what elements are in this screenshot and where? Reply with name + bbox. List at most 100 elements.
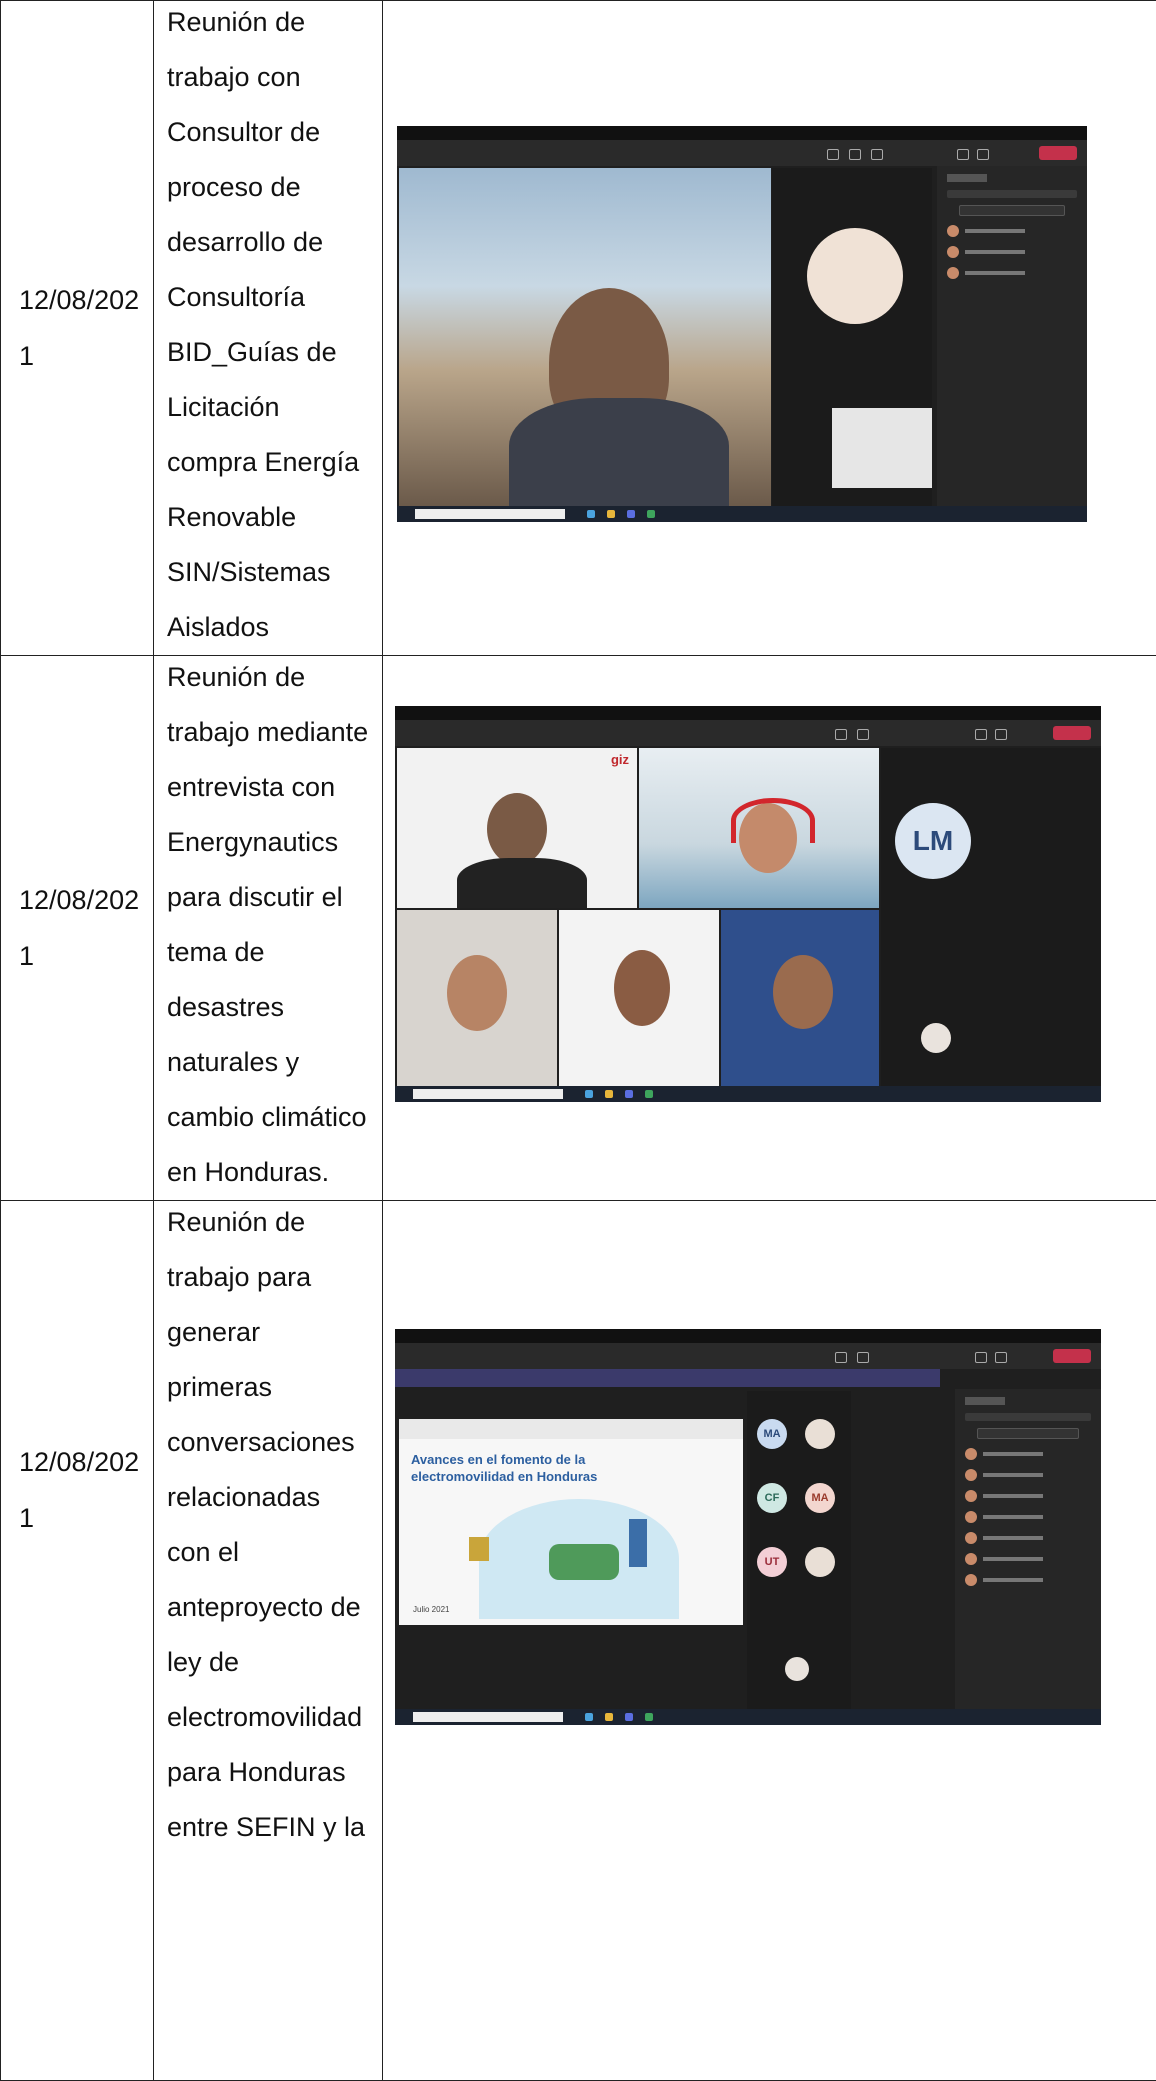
mic-icon	[995, 1352, 1007, 1363]
app-icon	[605, 1090, 613, 1098]
description-line: desastres	[154, 980, 382, 1035]
description-cell: Reunión de trabajo para generar primeras…	[154, 1201, 383, 2081]
avatar	[965, 1469, 977, 1481]
windows-taskbar	[395, 1086, 1101, 1102]
date-cell: 12/08/202 1	[1, 656, 154, 1201]
description-line: Consultor de	[154, 105, 382, 160]
slide-title: Avances en el fomento de la electromovil…	[411, 1451, 597, 1485]
participant-row	[965, 1532, 1091, 1544]
participants-panel	[937, 166, 1087, 506]
participant-silhouette	[773, 955, 833, 1029]
description-line: ley de	[154, 1635, 382, 1690]
share-invite-button	[977, 1428, 1079, 1439]
description-text: Reunión de trabajo mediante entrevista c…	[154, 650, 382, 1200]
avatar	[947, 246, 959, 258]
avatar-initials: UT	[757, 1547, 787, 1577]
name-placeholder	[983, 1515, 1043, 1519]
participant-row	[965, 1511, 1091, 1523]
self-view	[832, 408, 932, 488]
teams-meeting-screenshot	[397, 126, 1087, 522]
avatar-initials: MA	[757, 1419, 787, 1449]
app-icon	[647, 510, 655, 518]
video-tile	[721, 910, 879, 1086]
description-line: Reunión de	[154, 1195, 382, 1250]
app-icon	[605, 1713, 613, 1721]
date-text: 12/08/202 1	[1, 872, 153, 984]
taskbar-search	[415, 509, 565, 519]
avatar	[965, 1553, 977, 1565]
taskbar-search	[413, 1712, 563, 1722]
description-line: relacionadas	[154, 1470, 382, 1525]
avatar	[965, 1574, 977, 1586]
description-line: conversaciones	[154, 1415, 382, 1470]
app-icon	[585, 1713, 593, 1721]
slide-title-line: electromovilidad en Honduras	[411, 1468, 597, 1485]
participant-row	[965, 1448, 1091, 1460]
description-line: primeras	[154, 1360, 382, 1415]
teams-meeting-screenshot: giz LM	[395, 706, 1101, 1102]
self-view	[785, 1657, 809, 1681]
leave-button	[1039, 146, 1077, 160]
browser-toolbar	[399, 1419, 743, 1439]
screenshot-cell: giz LM	[383, 656, 1156, 1201]
video-tile	[397, 910, 557, 1086]
avatar-initials: CF	[757, 1483, 787, 1513]
avatar	[965, 1448, 977, 1460]
participant-row	[965, 1574, 1091, 1586]
avatar	[965, 1490, 977, 1502]
window-titlebar	[395, 1329, 1101, 1343]
windows-taskbar	[397, 506, 1087, 522]
window-titlebar	[397, 126, 1087, 140]
name-placeholder	[983, 1452, 1043, 1456]
participant-body	[509, 398, 729, 506]
participant-silhouette	[614, 950, 670, 1026]
description-line: naturales y	[154, 1035, 382, 1090]
description-line: Energynautics	[154, 815, 382, 870]
slide-date: Julio 2021	[413, 1605, 449, 1614]
participant-row	[965, 1553, 1091, 1565]
name-placeholder	[965, 229, 1025, 233]
app-icon	[587, 510, 595, 518]
participant-silhouette	[447, 955, 507, 1031]
meeting-toolbar	[395, 720, 1101, 746]
description-line: generar	[154, 1305, 382, 1360]
avatar	[965, 1511, 977, 1523]
participants-title	[965, 1397, 1005, 1405]
speaker-tile	[772, 168, 932, 506]
speaker-tile: LM	[881, 748, 1101, 1086]
leave-button	[1053, 726, 1091, 740]
video-tile	[639, 748, 879, 908]
description-cell: Reunión de trabajo mediante entrevista c…	[154, 656, 383, 1201]
chat-icon	[835, 729, 847, 740]
main-video-feed	[399, 168, 771, 506]
meeting-toolbar	[397, 140, 1087, 166]
participant-silhouette	[487, 793, 547, 865]
description-line: con el	[154, 1525, 382, 1580]
share-invite-button	[959, 205, 1065, 216]
description-line: desarrollo de	[154, 215, 382, 270]
description-line: Reunión de	[154, 0, 382, 50]
activity-table: 12/08/202 1 Reunión de trabajo con Consu…	[0, 0, 1156, 2081]
participant-row	[947, 225, 1077, 237]
people-icon	[849, 149, 861, 160]
name-placeholder	[965, 250, 1025, 254]
app-icon	[585, 1090, 593, 1098]
screenshot-cell	[383, 1, 1156, 656]
app-icon	[607, 510, 615, 518]
meeting-toolbar	[395, 1343, 1101, 1369]
date-text: 12/08/202 1	[1, 272, 153, 384]
description-line: anteproyecto de	[154, 1580, 382, 1635]
description-cell: Reunión de trabajo con Consultor de proc…	[154, 1, 383, 656]
giz-logo: giz	[611, 752, 629, 767]
self-view	[921, 1023, 951, 1053]
camera-icon	[975, 1352, 987, 1363]
table-row: 12/08/202 1 Reunión de trabajo mediante …	[1, 656, 1156, 1201]
mic-icon	[995, 729, 1007, 740]
app-icon	[625, 1090, 633, 1098]
app-icon	[625, 1713, 633, 1721]
video-tile: giz	[397, 748, 637, 908]
chat-icon	[835, 1352, 847, 1363]
participant-avatar	[807, 228, 903, 324]
participants-search	[965, 1413, 1091, 1421]
participants-panel	[955, 1389, 1101, 1709]
